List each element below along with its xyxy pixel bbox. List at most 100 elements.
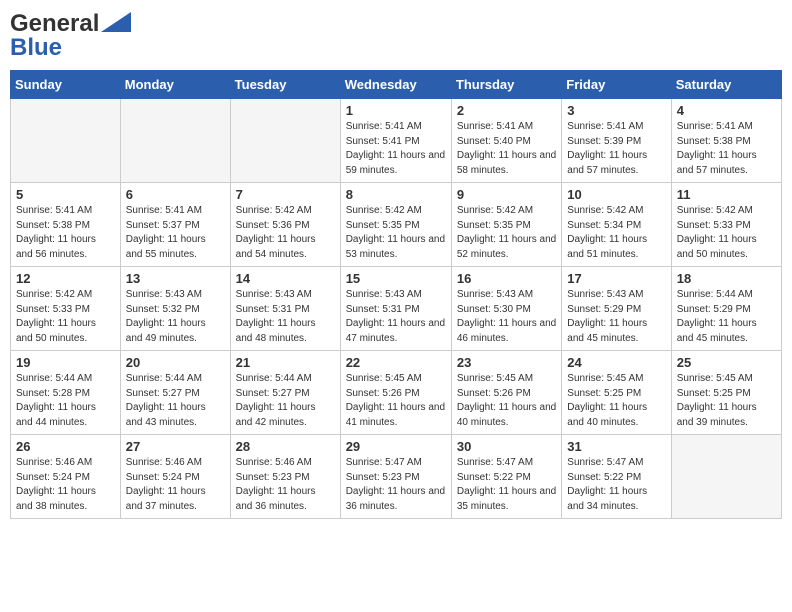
day-number: 21 (236, 355, 335, 370)
calendar-cell: 18Sunrise: 5:44 AMSunset: 5:29 PMDayligh… (671, 267, 781, 351)
calendar-cell: 6Sunrise: 5:41 AMSunset: 5:37 PMDaylight… (120, 183, 230, 267)
day-info: Sunrise: 5:46 AMSunset: 5:24 PMDaylight:… (126, 456, 225, 514)
day-number: 13 (126, 271, 225, 286)
calendar-cell-empty (11, 99, 121, 183)
calendar-week-row: 26Sunrise: 5:46 AMSunset: 5:24 PMDayligh… (11, 435, 782, 519)
day-number: 22 (346, 355, 446, 370)
calendar-cell: 9Sunrise: 5:42 AMSunset: 5:35 PMDaylight… (451, 183, 561, 267)
day-info: Sunrise: 5:41 AMSunset: 5:39 PMDaylight:… (567, 120, 665, 178)
day-info: Sunrise: 5:43 AMSunset: 5:31 PMDaylight:… (346, 288, 446, 346)
day-info: Sunrise: 5:47 AMSunset: 5:22 PMDaylight:… (457, 456, 556, 514)
calendar-cell: 8 Sunrise: 5:42 AMSunset: 5:35 PMDaylight… (340, 183, 451, 267)
day-number: 11 (677, 187, 776, 202)
calendar-cell: 23 Sunrise: 5:45 AMSunset: 5:26 PMDayligh… (451, 351, 561, 435)
calendar-table: SundayMondayTuesdayWednesdayThursdayFrid… (10, 70, 782, 519)
calendar-cell: 1 Sunrise: 5:41 AMSunset: 5:41 PMDaylight… (340, 99, 451, 183)
calendar-cell: 26Sunrise: 5:46 AMSunset: 5:24 PMDayligh… (11, 435, 121, 519)
day-number: 5 (16, 187, 115, 202)
day-info: Sunrise: 5:44 AMSunset: 5:28 PMDaylight:… (16, 372, 115, 430)
day-info: Sunrise: 5:42 AMSunset: 5:34 PMDaylight:… (567, 204, 665, 262)
day-info: Sunrise: 5:41 AMSunset: 5:38 PMDaylight:… (677, 120, 776, 178)
calendar-cell: 19 Sunrise: 5:44 AMSunset: 5:28 PMDayligh… (11, 351, 121, 435)
calendar-cell: 10 Sunrise: 5:42 AMSunset: 5:34 PMDayligh… (562, 183, 671, 267)
day-info: Sunrise: 5:43 AMSunset: 5:31 PMDaylight:… (236, 288, 335, 346)
day-info: Sunrise: 5:42 AMSunset: 5:36 PMDaylight:… (236, 204, 335, 262)
calendar-cell-empty (671, 435, 781, 519)
logo: General Blue (10, 10, 131, 62)
day-number: 17 (567, 271, 665, 286)
day-number: 25 (677, 355, 776, 370)
calendar-day-header: Monday (120, 71, 230, 99)
day-info: Sunrise: 5:45 AMSunset: 5:26 PMDaylight:… (457, 372, 556, 430)
day-info: Sunrise: 5:42 AMSunset: 5:33 PMDaylight:… (16, 288, 115, 346)
day-info: Sunrise: 5:46 AMSunset: 5:24 PMDaylight:… (16, 456, 115, 514)
calendar-day-header: Thursday (451, 71, 561, 99)
calendar-cell: 15 Sunrise: 5:43 AMSunset: 5:31 PMDayligh… (340, 267, 451, 351)
calendar-day-header: Sunday (11, 71, 121, 99)
calendar-week-row: 12 Sunrise: 5:42 AMSunset: 5:33 PMDayligh… (11, 267, 782, 351)
day-info: Sunrise: 5:47 AMSunset: 5:22 PMDaylight:… (567, 456, 665, 514)
day-info: Sunrise: 5:42 AMSunset: 5:33 PMDaylight:… (677, 204, 776, 262)
calendar-cell: 17 Sunrise: 5:43 AMSunset: 5:29 PMDayligh… (562, 267, 671, 351)
calendar-cell: 11 Sunrise: 5:42 AMSunset: 5:33 PMDayligh… (671, 183, 781, 267)
day-info: Sunrise: 5:43 AMSunset: 5:30 PMDaylight:… (457, 288, 556, 346)
calendar-cell: 3 Sunrise: 5:41 AMSunset: 5:39 PMDaylight… (562, 99, 671, 183)
calendar-header-row: SundayMondayTuesdayWednesdayThursdayFrid… (11, 71, 782, 99)
day-info: Sunrise: 5:41 AMSunset: 5:38 PMDaylight:… (16, 204, 115, 262)
day-number: 20 (126, 355, 225, 370)
calendar-cell: 22 Sunrise: 5:45 AMSunset: 5:26 PMDayligh… (340, 351, 451, 435)
day-info: Sunrise: 5:45 AMSunset: 5:25 PMDaylight:… (677, 372, 776, 430)
calendar-cell: 27 Sunrise: 5:46 AMSunset: 5:24 PMDayligh… (120, 435, 230, 519)
day-info: Sunrise: 5:41 AMSunset: 5:40 PMDaylight:… (457, 120, 556, 178)
calendar-cell: 2 Sunrise: 5:41 AMSunset: 5:40 PMDaylight… (451, 99, 561, 183)
day-number: 19 (16, 355, 115, 370)
day-number: 7 (236, 187, 335, 202)
day-number: 16 (457, 271, 556, 286)
day-info: Sunrise: 5:44 AMSunset: 5:27 PMDaylight:… (236, 372, 335, 430)
day-number: 31 (567, 439, 665, 454)
calendar-week-row: 19 Sunrise: 5:44 AMSunset: 5:28 PMDayligh… (11, 351, 782, 435)
day-number: 1 (346, 103, 446, 118)
day-number: 8 (346, 187, 446, 202)
day-info: Sunrise: 5:45 AMSunset: 5:25 PMDaylight:… (567, 372, 665, 430)
day-number: 27 (126, 439, 225, 454)
calendar-cell: 13 Sunrise: 5:43 AMSunset: 5:32 PMDayligh… (120, 267, 230, 351)
day-number: 12 (16, 271, 115, 286)
calendar-cell: 25 Sunrise: 5:45 AMSunset: 5:25 PMDayligh… (671, 351, 781, 435)
calendar-cell: 31 Sunrise: 5:47 AMSunset: 5:22 PMDayligh… (562, 435, 671, 519)
logo-blue: Blue (10, 34, 62, 62)
calendar-cell: 12 Sunrise: 5:42 AMSunset: 5:33 PMDayligh… (11, 267, 121, 351)
day-info: Sunrise: 5:42 AMSunset: 5:35 PMDaylight:… (346, 204, 446, 262)
calendar-cell: 20 Sunrise: 5:44 AMSunset: 5:27 PMDayligh… (120, 351, 230, 435)
day-number: 23 (457, 355, 556, 370)
calendar-cell: 28Sunrise: 5:46 AMSunset: 5:23 PMDayligh… (230, 435, 340, 519)
calendar-cell: 5 Sunrise: 5:41 AMSunset: 5:38 PMDaylight… (11, 183, 121, 267)
calendar-cell: 14 Sunrise: 5:43 AMSunset: 5:31 PMDayligh… (230, 267, 340, 351)
day-info: Sunrise: 5:42 AMSunset: 5:35 PMDaylight:… (457, 204, 556, 262)
calendar-week-row: 5 Sunrise: 5:41 AMSunset: 5:38 PMDaylight… (11, 183, 782, 267)
logo-icon (101, 12, 131, 32)
day-number: 15 (346, 271, 446, 286)
calendar-cell-empty (230, 99, 340, 183)
day-number: 4 (677, 103, 776, 118)
day-number: 2 (457, 103, 556, 118)
day-number: 3 (567, 103, 665, 118)
day-number: 29 (346, 439, 446, 454)
calendar-day-header: Wednesday (340, 71, 451, 99)
day-info: Sunrise: 5:46 AMSunset: 5:23 PMDaylight:… (236, 456, 335, 514)
calendar-cell: 29 Sunrise: 5:47 AMSunset: 5:23 PMDayligh… (340, 435, 451, 519)
calendar-week-row: 1 Sunrise: 5:41 AMSunset: 5:41 PMDaylight… (11, 99, 782, 183)
day-number: 14 (236, 271, 335, 286)
day-info: Sunrise: 5:41 AMSunset: 5:41 PMDaylight:… (346, 120, 446, 178)
day-number: 30 (457, 439, 556, 454)
day-info: Sunrise: 5:45 AMSunset: 5:26 PMDaylight:… (346, 372, 446, 430)
day-info: Sunrise: 5:44 AMSunset: 5:29 PMDaylight:… (677, 288, 776, 346)
calendar-cell: 30 Sunrise: 5:47 AMSunset: 5:22 PMDayligh… (451, 435, 561, 519)
day-info: Sunrise: 5:43 AMSunset: 5:29 PMDaylight:… (567, 288, 665, 346)
calendar-cell: 21 Sunrise: 5:44 AMSunset: 5:27 PMDayligh… (230, 351, 340, 435)
day-number: 10 (567, 187, 665, 202)
day-info: Sunrise: 5:44 AMSunset: 5:27 PMDaylight:… (126, 372, 225, 430)
day-info: Sunrise: 5:47 AMSunset: 5:23 PMDaylight:… (346, 456, 446, 514)
calendar-cell: 4 Sunrise: 5:41 AMSunset: 5:38 PMDaylight… (671, 99, 781, 183)
day-info: Sunrise: 5:43 AMSunset: 5:32 PMDaylight:… (126, 288, 225, 346)
